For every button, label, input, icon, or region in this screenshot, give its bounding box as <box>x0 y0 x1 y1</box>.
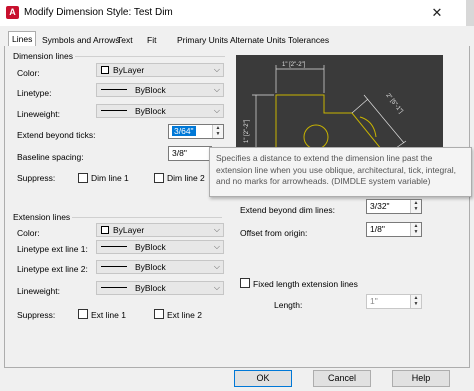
line-sample-icon <box>101 110 127 112</box>
line-sample-icon <box>101 89 127 91</box>
offset-from-origin-label: Offset from origin: <box>240 228 308 238</box>
color-swatch-icon <box>101 65 109 74</box>
baseline-spacing-input[interactable]: 3/8" <box>168 146 212 161</box>
ext-line-2-label: Ext line 2 <box>167 310 202 320</box>
ext-linetype-2-select[interactable]: ByBlock ⌵ <box>96 260 224 274</box>
ext-color-select[interactable]: ByLayer ⌵ <box>96 223 224 237</box>
baseline-spacing-label: Baseline spacing: <box>17 152 84 162</box>
chevron-down-icon: ⌵ <box>213 283 220 292</box>
length-input[interactable]: 1" ▲ ▼ <box>366 294 422 309</box>
window-title: Modify Dimension Style: Test Dim <box>24 7 173 18</box>
group-divider <box>75 56 225 57</box>
dim-suppress-label: Suppress: <box>17 173 56 183</box>
ext-linetype-2-value: ByBlock <box>135 262 166 272</box>
dim-color-label: Color: <box>17 68 40 78</box>
dim-linetype-value: ByBlock <box>135 85 166 95</box>
ext-lineweight-select[interactable]: ByBlock ⌵ <box>96 281 224 295</box>
dim-line-1-label: Dim line 1 <box>91 173 129 183</box>
extend-beyond-dim-lines-label: Extend beyond dim lines: <box>240 205 335 215</box>
extend-beyond-dim-lines-input[interactable]: 3/32" ▲ ▼ <box>366 199 422 214</box>
ext-linetype-1-label: Linetype ext line 1: <box>17 244 88 254</box>
baseline-spacing-value: 3/8" <box>172 148 187 158</box>
ext-suppress-label: Suppress: <box>17 310 56 320</box>
preview-circle <box>303 124 329 150</box>
offset-from-origin-input[interactable]: 1/8" ▲ ▼ <box>366 222 422 237</box>
ext-line-2-checkbox[interactable] <box>154 309 164 319</box>
preview-dim-left: 1" [2"-2"] <box>244 119 250 143</box>
spinner-arrows-icon[interactable]: ▲ ▼ <box>212 125 223 138</box>
extend-beyond-ticks-label: Extend beyond ticks: <box>17 130 96 140</box>
tab-text[interactable]: Text <box>114 33 136 47</box>
ext-line-1-label: Ext line 1 <box>91 310 126 320</box>
line-sample-icon <box>101 246 127 248</box>
length-value: 1" <box>370 296 378 306</box>
dim-linetype-label: Linetype: <box>17 88 52 98</box>
preview-arc <box>359 116 377 138</box>
dim-lineweight-label: Lineweight: <box>17 109 61 119</box>
tab-fit[interactable]: Fit <box>144 33 159 47</box>
chevron-down-icon: ⌵ <box>213 106 220 115</box>
tooltip: Specifies a distance to extend the dimen… <box>209 147 472 197</box>
dimension-lines-heading: Dimension lines <box>13 51 73 61</box>
chevron-down-icon: ⌵ <box>213 85 220 94</box>
length-label: Length: <box>274 300 303 310</box>
color-swatch-icon <box>101 225 109 234</box>
ext-line-1-checkbox[interactable] <box>78 309 88 319</box>
fixed-length-label: Fixed length extension lines <box>253 279 358 289</box>
ok-button[interactable]: OK <box>234 370 292 387</box>
dim-line-2-label: Dim line 2 <box>167 173 205 183</box>
chevron-down-icon: ⌵ <box>213 65 220 74</box>
ext-linetype-2-label: Linetype ext line 2: <box>17 264 88 274</box>
extend-beyond-dim-lines-value: 3/32" <box>370 201 390 211</box>
line-sample-icon <box>101 266 127 268</box>
group-divider <box>72 217 222 218</box>
chevron-down-icon: ⌵ <box>213 242 220 251</box>
window-edge <box>466 0 474 26</box>
help-button[interactable]: Help <box>392 370 450 387</box>
ext-color-value: ByLayer <box>113 225 145 235</box>
preview-dim-slanted: 2" [5"-1"] <box>384 93 403 115</box>
dim-lineweight-select[interactable]: ByBlock ⌵ <box>96 104 224 118</box>
spinner-arrows-icon[interactable]: ▲ ▼ <box>410 200 421 213</box>
extend-beyond-ticks-input[interactable]: 3/64" ▲ ▼ <box>168 124 224 139</box>
dim-color-select[interactable]: ByLayer ⌵ <box>96 63 224 77</box>
fixed-length-checkbox[interactable] <box>240 278 250 288</box>
tab-symbols-and-arrows[interactable]: Symbols and Arrows <box>39 33 122 47</box>
chevron-down-icon: ⌵ <box>213 225 220 234</box>
dim-lineweight-value: ByBlock <box>135 106 166 116</box>
ext-linetype-1-select[interactable]: ByBlock ⌵ <box>96 240 224 254</box>
dim-line-2-checkbox[interactable] <box>154 173 164 183</box>
ext-lineweight-value: ByBlock <box>135 283 166 293</box>
dim-line-1-checkbox[interactable] <box>78 173 88 183</box>
tab-primary-units[interactable]: Primary Units <box>174 33 231 47</box>
close-icon[interactable]: ✕ <box>428 4 446 22</box>
line-sample-icon <box>101 287 127 289</box>
dim-color-value: ByLayer <box>113 65 145 75</box>
tab-tolerances[interactable]: Tolerances <box>285 33 332 47</box>
ext-color-label: Color: <box>17 228 40 238</box>
dim-linetype-select[interactable]: ByBlock ⌵ <box>96 83 224 97</box>
autocad-logo-icon: A <box>6 6 19 19</box>
preview-dim-top: 1" [2"-2"] <box>282 62 306 68</box>
ext-linetype-1-value: ByBlock <box>135 242 166 252</box>
preview-part-outline <box>275 94 388 156</box>
tab-lines[interactable]: Lines <box>8 31 37 47</box>
extend-beyond-ticks-value: 3/64" <box>172 126 196 136</box>
chevron-down-icon: ⌵ <box>213 262 220 271</box>
spinner-arrows-icon[interactable]: ▲ ▼ <box>410 295 421 308</box>
cancel-button[interactable]: Cancel <box>313 370 371 387</box>
extension-lines-heading: Extension lines <box>13 212 71 222</box>
spinner-arrows-icon[interactable]: ▲ ▼ <box>410 223 421 236</box>
offset-from-origin-value: 1/8" <box>370 224 385 234</box>
tab-alternate-units[interactable]: Alternate Units <box>227 33 289 47</box>
ext-lineweight-label: Lineweight: <box>17 286 61 296</box>
